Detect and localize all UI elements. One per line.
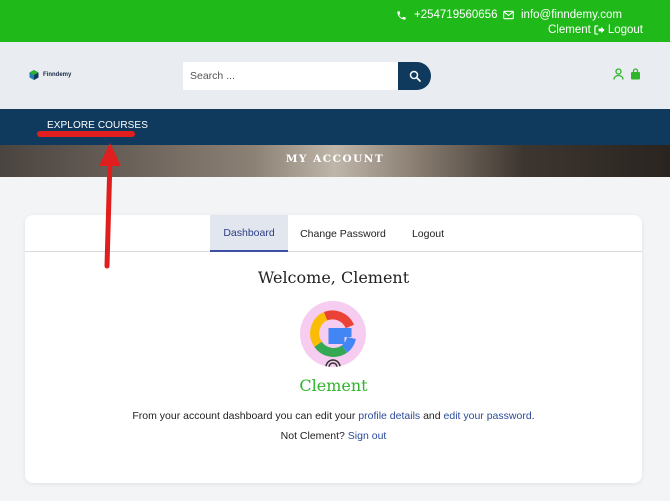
- phone-contact[interactable]: +254719560656: [396, 9, 497, 21]
- email-contact[interactable]: info@finndemy.com: [503, 9, 622, 21]
- search-button[interactable]: [398, 62, 431, 90]
- dashboard-description: From your account dashboard you can edit…: [25, 410, 642, 422]
- tab-dashboard[interactable]: Dashboard: [210, 215, 288, 252]
- search-icon: [409, 70, 421, 82]
- logo-mark-icon: [29, 70, 39, 80]
- phone-number[interactable]: +254719560656: [414, 9, 497, 21]
- page-banner: MY ACCOUNT: [0, 145, 670, 177]
- phone-icon: [397, 10, 406, 20]
- sign-out-question: Not Clement?: [280, 430, 345, 442]
- annotation-underline: [37, 131, 135, 137]
- avatar: [300, 301, 366, 367]
- site-logo[interactable]: Finndemy: [28, 69, 71, 81]
- welcome-heading: Welcome, Clement: [257, 268, 410, 287]
- user-name[interactable]: Clement: [548, 24, 591, 36]
- top-contact-bar: +254719560656 info@finndemy.com Clement …: [0, 0, 670, 42]
- shopping-bag-icon[interactable]: [630, 68, 641, 80]
- description-text: From your account dashboard you can edit…: [132, 410, 356, 422]
- description-and: and: [423, 410, 441, 422]
- main-navigation: EXPLORE COURSES: [0, 109, 670, 145]
- user-account-icon[interactable]: [613, 68, 624, 80]
- description-end: .: [531, 410, 535, 422]
- profile-details-link[interactable]: profile details: [358, 410, 420, 422]
- search-bar: [183, 62, 431, 90]
- nav-explore-courses[interactable]: EXPLORE COURSES: [47, 120, 148, 131]
- edit-password-link[interactable]: edit your password: [444, 410, 532, 422]
- user-logout-group: Clement Logout: [548, 24, 643, 36]
- account-tabs: Dashboard Change Password Logout: [25, 215, 642, 252]
- sign-out-icon: [594, 25, 605, 35]
- google-logo-icon: [310, 310, 356, 367]
- logo-text: Finndemy: [43, 72, 72, 78]
- header-icons: [613, 68, 641, 80]
- tab-logout[interactable]: Logout: [402, 215, 454, 252]
- logout-link[interactable]: Logout: [608, 24, 643, 36]
- sign-out-link[interactable]: Sign out: [348, 430, 387, 442]
- search-input[interactable]: [183, 62, 398, 90]
- email-address[interactable]: info@finndemy.com: [521, 9, 622, 21]
- tab-change-password[interactable]: Change Password: [295, 215, 391, 252]
- user-display-name: Clement: [299, 376, 368, 395]
- account-card: Dashboard Change Password Logout Welcome…: [25, 215, 642, 483]
- envelope-icon: [503, 10, 514, 20]
- page-title: MY ACCOUNT: [285, 153, 385, 165]
- site-header: Finndemy: [0, 42, 670, 109]
- sign-out-prompt: Not Clement? Sign out: [25, 430, 642, 442]
